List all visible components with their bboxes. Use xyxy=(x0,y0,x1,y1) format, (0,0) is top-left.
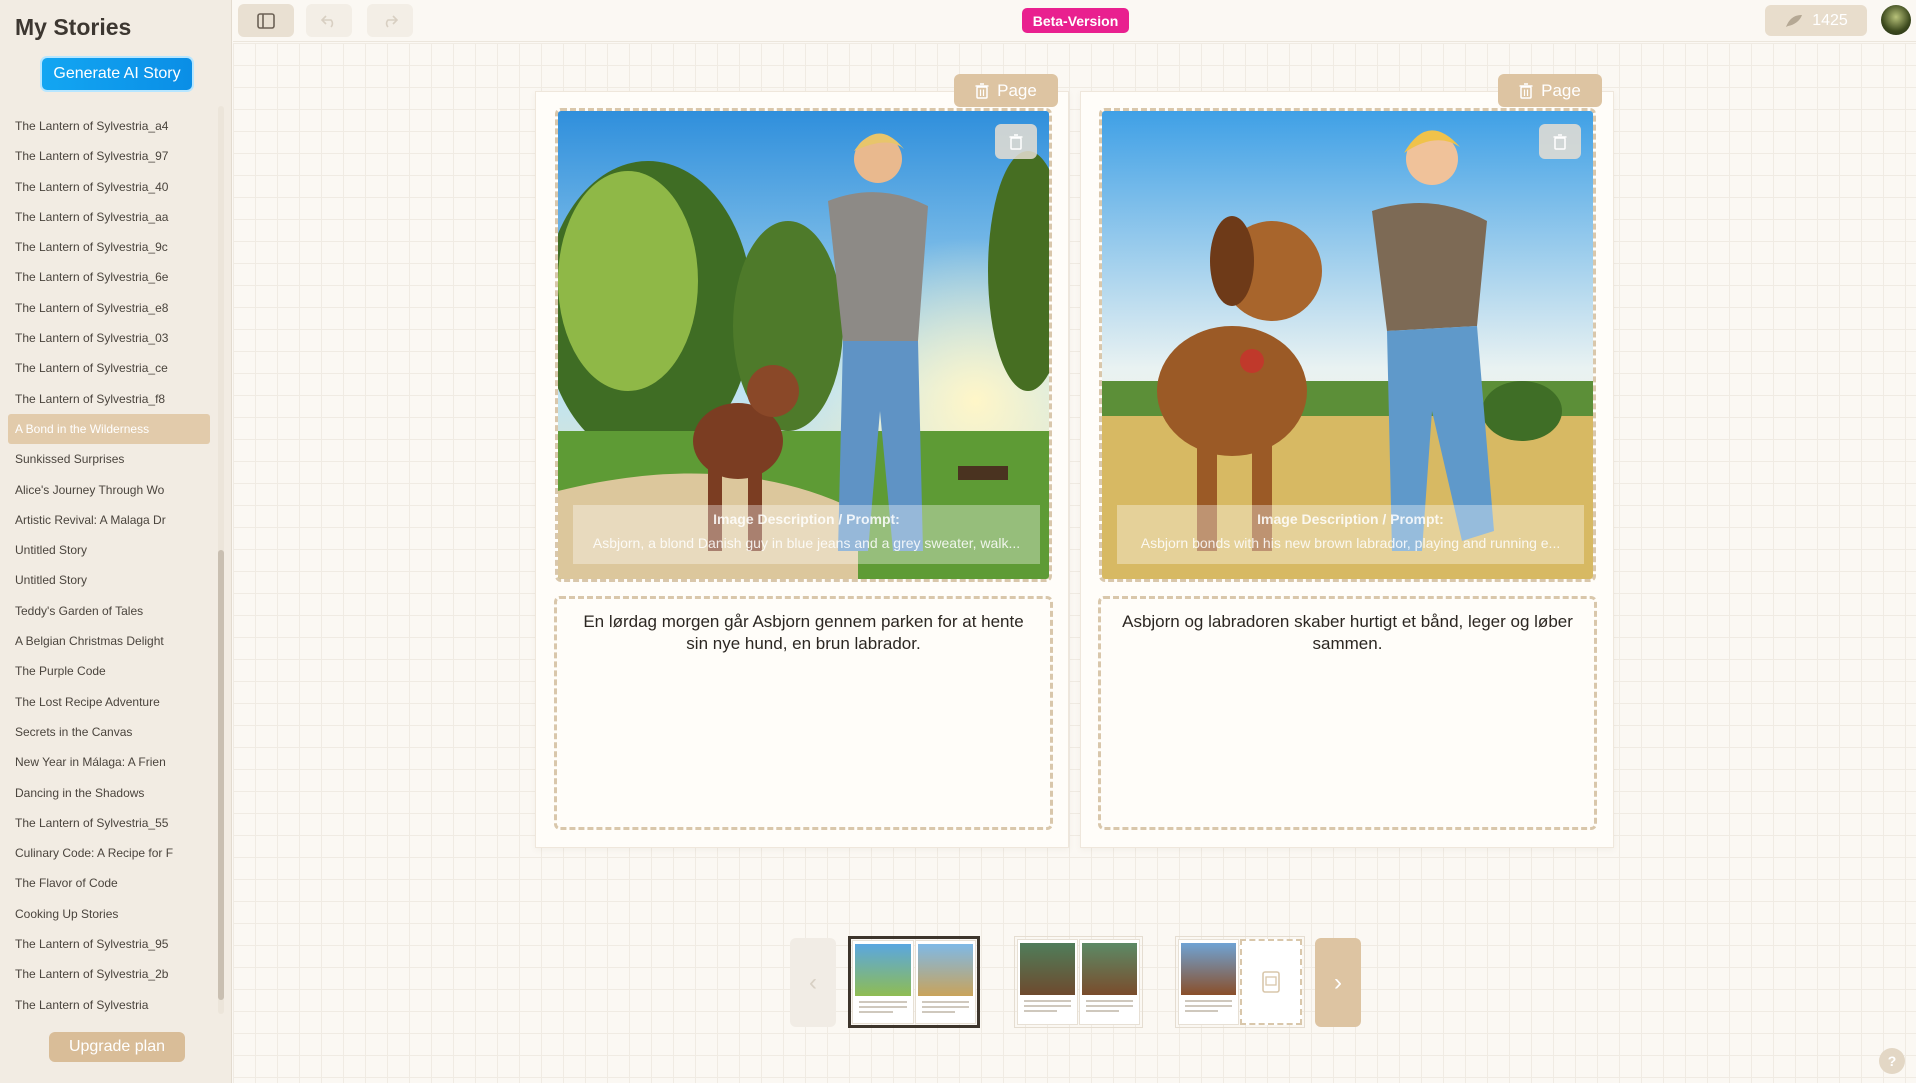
trash-icon xyxy=(1009,133,1023,150)
spread-thumbnail-2[interactable] xyxy=(1014,936,1143,1028)
credits-value: 1425 xyxy=(1812,11,1848,29)
delete-page-button-2[interactable]: Page xyxy=(1498,74,1602,107)
page-thumbnail xyxy=(852,940,914,1024)
spread-thumbnail-3[interactable] xyxy=(1175,936,1305,1028)
image-prompt-1[interactable]: Image Description / Prompt: Asbjorn, a b… xyxy=(573,505,1040,564)
image-prompt-2[interactable]: Image Description / Prompt: Asbjorn bond… xyxy=(1117,505,1584,564)
page-thumbnail xyxy=(1079,939,1140,1025)
delete-page-button-1[interactable]: Page xyxy=(954,74,1058,107)
image-placeholder-icon xyxy=(1261,971,1280,993)
story-list-item[interactable]: The Lantern of Sylvestria_95 xyxy=(8,929,210,959)
story-list-item[interactable]: Untitled Story xyxy=(8,565,210,595)
story-list-item[interactable]: The Lantern of Sylvestria_ce xyxy=(8,353,210,383)
trash-icon xyxy=(1519,82,1533,99)
previous-spread-button[interactable]: ‹ xyxy=(790,938,836,1027)
delete-page-label: Page xyxy=(1541,80,1581,100)
delete-image-button-2[interactable] xyxy=(1539,124,1581,159)
chevron-left-icon: ‹ xyxy=(809,968,817,996)
stories-sidebar: My Stories Generate AI Story The Lantern… xyxy=(0,0,232,1083)
sidebar-toggle-button[interactable] xyxy=(238,4,294,37)
story-list-item[interactable]: The Flavor of Code xyxy=(8,868,210,898)
story-list: The Lantern of Sylvestria_a4 The Lantern … xyxy=(8,111,210,1014)
story-list-item[interactable]: The Lantern of Sylvestria_a4 xyxy=(8,111,210,141)
story-list-item[interactable]: Teddy's Garden of Tales xyxy=(8,596,210,626)
story-list-item[interactable]: The Lantern of Sylvestria_9c xyxy=(8,232,210,262)
story-list-item[interactable]: Culinary Code: A Recipe for F xyxy=(8,838,210,868)
delete-image-button-1[interactable] xyxy=(995,124,1037,159)
credits-counter[interactable]: 1425 xyxy=(1765,5,1867,36)
page-1-story-text[interactable]: En lørdag morgen går Asbjorn gennem park… xyxy=(554,596,1053,830)
sidebar-scrollbar-thumb[interactable] xyxy=(218,550,224,1000)
image-prompt-label: Image Description / Prompt: xyxy=(1257,511,1444,527)
story-list-item[interactable]: New Year in Málaga: A Frien xyxy=(8,747,210,777)
story-list-item[interactable]: Artistic Revival: A Malaga Dr xyxy=(8,505,210,535)
story-list-item[interactable]: A Belgian Christmas Delight xyxy=(8,626,210,656)
story-list-item[interactable]: The Lantern of Sylvestria_aa xyxy=(8,202,210,232)
story-list-item[interactable]: Secrets in the Canvas xyxy=(8,717,210,747)
story-list-item[interactable]: A Bond in the Wilderness xyxy=(8,413,210,445)
help-icon: ? xyxy=(1887,1053,1897,1069)
story-list-item[interactable]: The Purple Code xyxy=(8,656,210,686)
story-list-item[interactable]: The Lantern of Sylvestria_97 xyxy=(8,141,210,171)
story-list-item[interactable]: The Lost Recipe Adventure xyxy=(8,687,210,717)
beta-version-badge: Beta-Version xyxy=(1022,8,1129,33)
story-list-item[interactable]: The Lantern of Sylvestria_2b xyxy=(8,959,210,989)
chevron-right-icon: › xyxy=(1334,968,1342,996)
spread-thumbnail-1[interactable] xyxy=(848,936,980,1028)
sidebar-scrollbar[interactable] xyxy=(218,106,224,1014)
image-prompt-label: Image Description / Prompt: xyxy=(713,511,900,527)
story-list-item[interactable]: The Lantern of Sylvestria_6e xyxy=(8,262,210,292)
image-prompt-text: Asbjorn bonds with his new brown labrado… xyxy=(1140,535,1561,551)
page-thumbnail xyxy=(914,940,976,1024)
redo-button[interactable] xyxy=(367,4,413,37)
upgrade-plan-button[interactable]: Upgrade plan xyxy=(49,1032,185,1062)
image-prompt-text: Asbjorn, a blond Danish guy in blue jean… xyxy=(592,535,1021,551)
trash-icon xyxy=(1553,133,1567,150)
story-list-item[interactable]: Untitled Story xyxy=(8,535,210,565)
story-list-item[interactable]: Sunkissed Surprises xyxy=(8,444,210,474)
top-toolbar: Beta-Version 1425 xyxy=(233,0,1916,42)
page-thumbnail xyxy=(1017,939,1078,1025)
story-list-item[interactable]: The Lantern of Sylvestria_55 xyxy=(8,808,210,838)
delete-page-label: Page xyxy=(997,80,1037,100)
generate-ai-story-button[interactable]: Generate AI Story xyxy=(42,58,192,90)
story-list-item[interactable]: Dancing in the Shadows xyxy=(8,778,210,808)
next-spread-button[interactable]: › xyxy=(1315,938,1361,1027)
book-canvas xyxy=(233,43,1916,1083)
undo-icon xyxy=(321,14,334,28)
help-button[interactable]: ? xyxy=(1879,1048,1905,1074)
user-avatar[interactable] xyxy=(1881,5,1911,35)
sidebar-toggle-icon xyxy=(257,12,275,29)
story-list-item[interactable]: The Lantern of Sylvestria_40 xyxy=(8,172,210,202)
page-2-story-text[interactable]: Asbjorn og labradoren skaber hurtigt et … xyxy=(1098,596,1597,830)
story-list-item[interactable]: Alice's Journey Through Wo xyxy=(8,475,210,505)
quill-icon xyxy=(1786,14,1803,27)
story-list-item[interactable]: The Lantern of Sylvestria_03 xyxy=(8,323,210,353)
sidebar-title: My Stories xyxy=(15,14,132,40)
story-list-item[interactable]: The Lantern of Sylvestria xyxy=(8,990,210,1014)
undo-button[interactable] xyxy=(306,4,352,37)
story-list-item[interactable]: The Lantern of Sylvestria_f8 xyxy=(8,384,210,414)
trash-icon xyxy=(975,82,989,99)
redo-icon xyxy=(385,14,398,28)
empty-page-thumbnail[interactable] xyxy=(1239,939,1302,1025)
story-list-item[interactable]: Cooking Up Stories xyxy=(8,899,210,929)
page-thumbnail xyxy=(1178,939,1239,1025)
story-list-item[interactable]: The Lantern of Sylvestria_e8 xyxy=(8,293,210,323)
